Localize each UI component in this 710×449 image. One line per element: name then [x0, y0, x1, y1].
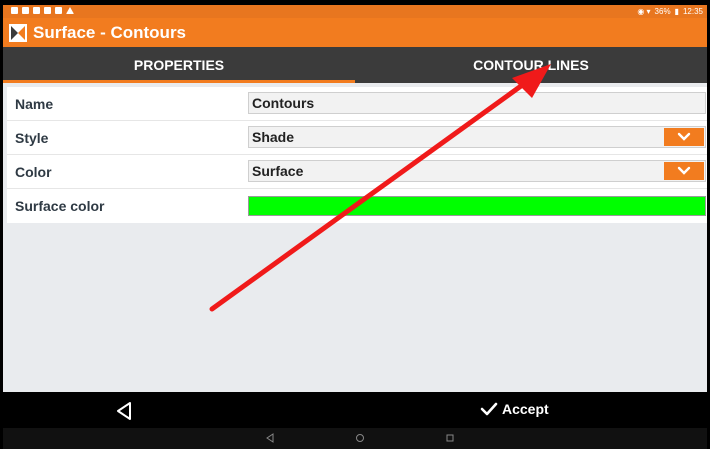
back-triangle-icon [117, 402, 131, 420]
surface-color-row: Surface color [7, 189, 707, 223]
style-dropdown-button[interactable] [664, 128, 704, 146]
notification-icon [11, 7, 18, 14]
back-button[interactable] [113, 400, 137, 422]
color-row: Color Surface [7, 155, 707, 189]
notification-icon [44, 7, 51, 14]
name-row: Name Contours [7, 87, 707, 121]
app-bar: Surface - Contours [3, 18, 707, 47]
notification-icons [11, 7, 74, 14]
color-value: Surface [252, 163, 304, 179]
clock: 12:35 [682, 7, 703, 16]
tab-bar: PROPERTIES CONTOUR LINES [3, 47, 707, 83]
accept-label: Accept [502, 401, 549, 417]
color-dropdown-button[interactable] [664, 162, 704, 180]
name-label: Name [15, 96, 54, 112]
notification-icon [22, 7, 29, 14]
signal-icon: ◉ ▾ [637, 7, 651, 16]
status-bar: ◉ ▾ 36% ▮ 12:35 [3, 5, 707, 18]
content-area: Name Contours Style Shade Color Surface … [3, 83, 707, 392]
style-select[interactable]: Shade [248, 126, 706, 148]
battery-icon: ▮ [674, 7, 679, 16]
app-logo-icon [9, 24, 27, 42]
action-bar: Accept [3, 392, 707, 428]
surface-color-swatch[interactable] [248, 196, 706, 216]
nav-back-icon[interactable] [265, 433, 275, 443]
status-right: ◉ ▾ 36% ▮ 12:35 [637, 7, 703, 16]
chevron-down-icon [677, 132, 691, 141]
checkmark-icon [480, 402, 498, 416]
notification-icon [33, 7, 40, 14]
properties-form: Name Contours Style Shade Color Surface … [7, 87, 707, 223]
style-value: Shade [252, 129, 295, 145]
accept-button[interactable]: Accept [480, 401, 549, 417]
system-nav-bar [3, 428, 707, 449]
tab-contour-lines[interactable]: CONTOUR LINES [355, 47, 707, 83]
battery-level: 36% [654, 7, 671, 16]
page-title: Surface - Contours [33, 23, 187, 42]
surface-color-label: Surface color [15, 198, 105, 214]
name-field[interactable]: Contours [248, 92, 706, 114]
color-select[interactable]: Surface [248, 160, 706, 182]
style-row: Style Shade [7, 121, 707, 155]
tab-properties[interactable]: PROPERTIES [3, 47, 355, 83]
nav-home-icon[interactable] [355, 433, 365, 443]
nav-recents-icon[interactable] [446, 434, 454, 442]
color-label: Color [15, 164, 52, 180]
warning-icon [66, 7, 74, 14]
chevron-down-icon [677, 166, 691, 175]
app-frame: ◉ ▾ 36% ▮ 12:35 Surface - Contours PROPE… [3, 0, 707, 449]
notification-icon [55, 7, 62, 14]
style-label: Style [15, 130, 49, 146]
